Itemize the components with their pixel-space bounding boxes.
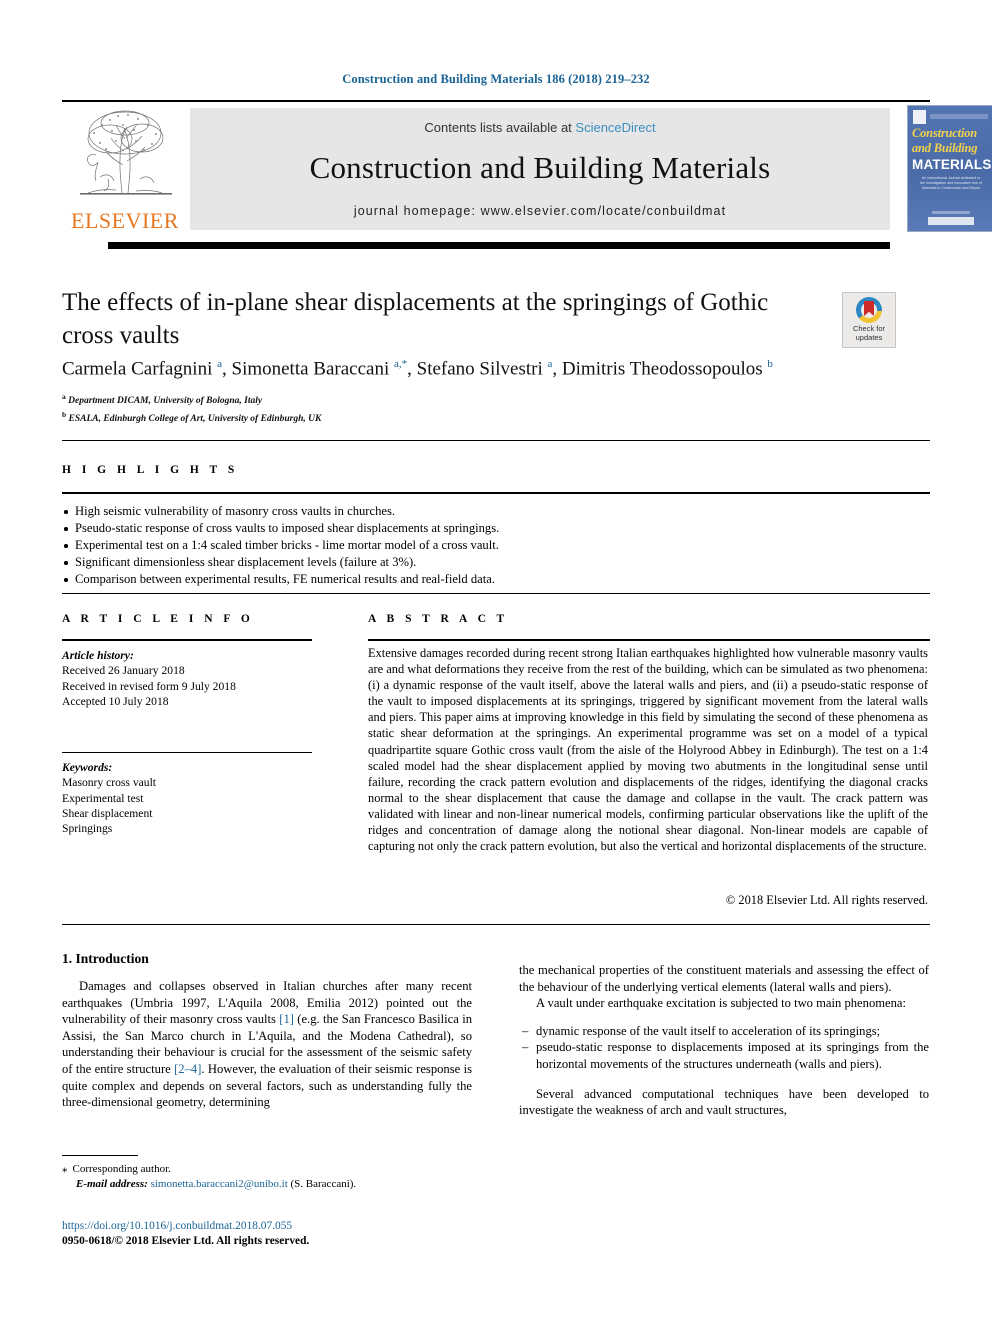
email-note: E-mail address: simonetta.baraccani2@uni… — [62, 1177, 482, 1192]
keywords-label: Keywords: — [62, 761, 113, 774]
paper-page: Construction and Building Materials 186 … — [0, 0, 992, 1323]
body-column-right: the mechanical properties of the constit… — [519, 962, 929, 1119]
corresponding-author-note: ⁎ Corresponding author. — [62, 1162, 482, 1177]
keywords-rule — [62, 752, 312, 753]
phenomena-list: dynamic response of the vault itself to … — [519, 1023, 929, 1073]
corresponding-author-text: Corresponding author. — [72, 1163, 171, 1175]
list-item: Comparison between experimental results,… — [62, 571, 922, 588]
journal-masthead: ELSEVIER Contents lists available at Sci… — [62, 103, 992, 234]
affiliation-a-text: Department DICAM, University of Bologna,… — [68, 396, 263, 407]
article-history-label: Article history: — [62, 649, 134, 662]
journal-homepage-link[interactable]: journal homepage: www.elsevier.com/locat… — [190, 204, 890, 218]
elsevier-wordmark: ELSEVIER — [71, 208, 179, 233]
body-column-left: Damages and collapses observed in Italia… — [62, 978, 472, 1111]
issn-copyright-line: 0950-0618/© 2018 Elsevier Ltd. All right… — [62, 1235, 310, 1247]
abstract-rule — [368, 639, 930, 641]
affiliations: a Department DICAM, University of Bologn… — [62, 390, 762, 426]
journal-title: Construction and Building Materials — [309, 150, 771, 185]
email-link[interactable]: simonetta.baraccani2@unibo.it — [151, 1178, 288, 1190]
article-history-revised: Received in revised form 9 July 2018 — [62, 679, 236, 693]
intro-right-paragraph-1: the mechanical properties of the constit… — [519, 963, 929, 994]
sciencedirect-link[interactable]: ScienceDirect — [575, 120, 655, 135]
article-info-heading: A R T I C L E I N F O — [62, 613, 254, 625]
cover-footer-rule — [932, 211, 970, 214]
elsevier-logo: ELSEVIER — [62, 103, 188, 234]
keyword-item: Experimental test — [62, 791, 144, 805]
masthead-top-rule — [62, 100, 930, 102]
list-item: pseudo-static response to displacements … — [519, 1039, 929, 1072]
author-list: Carmela Carfagnini a, Simonetta Baraccan… — [62, 358, 773, 380]
contents-prefix: Contents lists available at — [424, 120, 576, 135]
abstract-heading: A B S T R A C T — [368, 613, 509, 625]
highlights-heading: H I G H L I G H T S — [62, 464, 239, 476]
article-info-rule — [62, 639, 312, 641]
cover-title-line-2: and Building — [912, 141, 978, 155]
highlights-rule — [62, 492, 930, 494]
affiliation-b: b ESALA, Edinburgh College of Art, Unive… — [62, 410, 322, 425]
article-history-accepted: Accepted 10 July 2018 — [62, 694, 169, 708]
email-suffix: (S. Baraccani). — [287, 1178, 357, 1190]
crossmark-badge[interactable]: Check for updates — [842, 292, 896, 348]
running-head: Construction and Building Materials 186 … — [342, 72, 650, 86]
affiliation-a: a Department DICAM, University of Bologn… — [62, 392, 263, 407]
footnote-block: ⁎ Corresponding author. E-mail address: s… — [62, 1162, 482, 1192]
doi-link[interactable]: https://doi.org/10.1016/j.conbuildmat.20… — [62, 1219, 482, 1234]
list-item: Significant dimensionless shear displace… — [62, 554, 922, 571]
affiliation-b-text: ESALA, Edinburgh College of Art, Univers… — [68, 414, 322, 425]
citation-ref-2[interactable]: [2–4] — [174, 1062, 201, 1076]
highlights-bottom-rule — [62, 593, 930, 594]
citation-ref-1[interactable]: [1] — [279, 1012, 294, 1026]
intro-right-paragraph-2: A vault under earthquake excitation is s… — [536, 996, 907, 1011]
footnote-rule — [62, 1155, 138, 1156]
list-item: Pseudo-static response of cross vaults t… — [62, 520, 922, 537]
intro-paragraph-1: Damages and collapses observed in Italia… — [62, 978, 472, 1111]
cover-title-line-3: MATERIALS — [912, 157, 992, 172]
keywords-block: Keywords: Masonry cross vault Experiment… — [62, 760, 312, 836]
abstract-copyright: © 2018 Elsevier Ltd. All rights reserved… — [725, 893, 928, 907]
article-history-received: Received 26 January 2018 — [62, 664, 185, 678]
footnote-star-icon: ⁎ — [62, 1163, 68, 1175]
list-item: dynamic response of the vault itself to … — [519, 1023, 929, 1040]
email-label: E-mail address: — [76, 1178, 148, 1190]
section-title-introduction: 1. Introduction — [62, 951, 149, 966]
contents-available-line: Contents lists available at ScienceDirec… — [190, 120, 890, 135]
keyword-item: Springings — [62, 822, 113, 836]
highlights-top-rule — [62, 440, 930, 441]
intro-right-paragraph-3: Several advanced computational technique… — [519, 1086, 929, 1118]
cover-footer-mark — [928, 217, 974, 225]
masthead-bottom-rule — [108, 242, 890, 249]
footer-block: https://doi.org/10.1016/j.conbuildmat.20… — [62, 1219, 482, 1249]
abstract-text: Extensive damages recorded during recent… — [368, 646, 928, 854]
keyword-item: Shear displacement — [62, 806, 153, 820]
crossmark-label: Check for updates — [852, 324, 886, 342]
highlights-list: High seismic vulnerability of masonry cr… — [62, 503, 922, 588]
cover-title-line-1: Construction — [912, 126, 977, 140]
list-item: Experimental test on a 1:4 scaled timber… — [62, 537, 922, 554]
list-item: High seismic vulnerability of masonry cr… — [62, 503, 922, 520]
page-title: The effects of in-plane shear displaceme… — [62, 289, 769, 349]
cover-blurb: An International Journal dedicated to th… — [920, 176, 982, 190]
keyword-item: Masonry cross vault — [62, 776, 157, 790]
journal-header-panel: Contents lists available at ScienceDirec… — [190, 108, 890, 230]
journal-cover-thumbnail: Construction and Building MATERIALS An I… — [907, 105, 992, 232]
cover-publisher-mark — [913, 110, 926, 124]
elsevier-tree-icon — [80, 110, 172, 195]
abstract-bottom-rule — [62, 924, 930, 925]
cover-top-bar — [930, 114, 988, 119]
article-history: Article history: Received 26 January 201… — [62, 648, 312, 709]
